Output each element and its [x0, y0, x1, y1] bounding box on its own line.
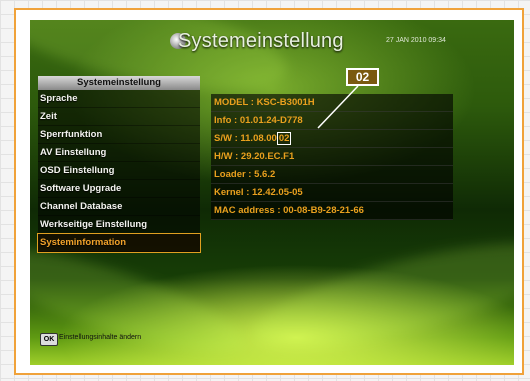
callout-line: [317, 85, 359, 129]
ok-key-icon: OK: [40, 333, 58, 346]
callout-pointer: [317, 85, 359, 129]
footer-hint: Einstellungsinhalte ändern: [59, 334, 142, 341]
callout-label: 02: [346, 68, 379, 86]
